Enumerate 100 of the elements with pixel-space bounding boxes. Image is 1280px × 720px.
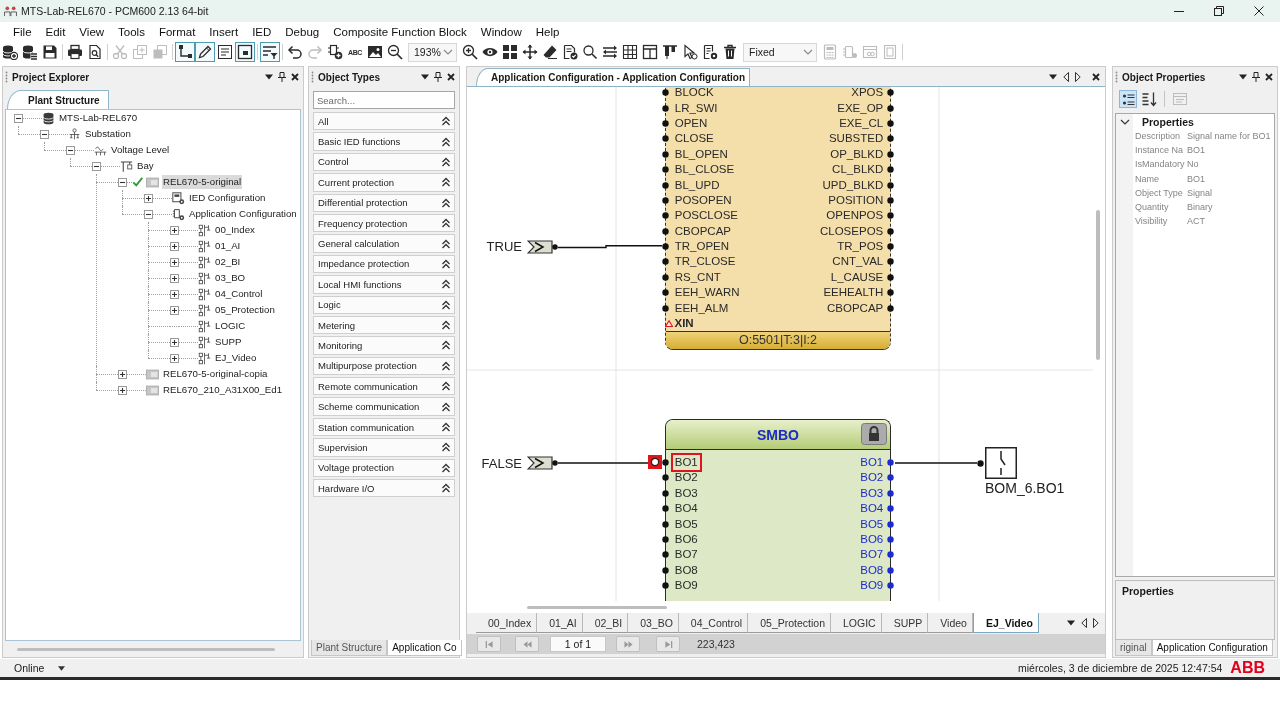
pin-dot-icon[interactable] bbox=[661, 520, 669, 528]
sheet-tab[interactable]: SUPP bbox=[881, 613, 929, 633]
category-header[interactable]: Control bbox=[313, 152, 455, 172]
triangle-right-icon[interactable] bbox=[1075, 71, 1081, 82]
minus-box-icon[interactable] bbox=[144, 209, 153, 219]
pointer-icon[interactable] bbox=[682, 44, 698, 60]
tree-item[interactable]: EJ_Video bbox=[214, 351, 258, 365]
pin-dot-icon[interactable] bbox=[887, 459, 895, 466]
pin-dot-icon[interactable] bbox=[887, 150, 895, 158]
property-value[interactable]: BO1 bbox=[1187, 145, 1205, 156]
triangle-down-icon[interactable] bbox=[1049, 72, 1057, 81]
minus-box-icon[interactable] bbox=[66, 145, 75, 155]
pin-dot-icon[interactable] bbox=[661, 505, 669, 513]
pin-dot-icon[interactable] bbox=[661, 227, 669, 235]
pin-dot-icon[interactable] bbox=[661, 582, 669, 590]
pin-label[interactable]: BO1 bbox=[670, 453, 702, 472]
pin-icon[interactable] bbox=[1252, 72, 1260, 82]
page-magnifier-icon[interactable] bbox=[87, 44, 103, 60]
pin-label[interactable]: BO3 bbox=[674, 486, 698, 500]
menu-item[interactable]: Tools bbox=[111, 25, 152, 38]
pin-dot-icon[interactable] bbox=[887, 535, 895, 543]
eraser-icon[interactable] bbox=[542, 44, 558, 60]
triangle-down-icon[interactable] bbox=[1239, 73, 1247, 81]
panel-tab[interactable]: Plant Structure bbox=[311, 640, 388, 656]
printer-icon[interactable] bbox=[67, 44, 83, 60]
align-bars-icon[interactable] bbox=[662, 44, 678, 60]
pin-label[interactable]: BO4 bbox=[674, 502, 698, 516]
category-header[interactable]: Current protection bbox=[313, 173, 455, 192]
menu-item[interactable]: Edit bbox=[38, 25, 73, 38]
selection-handle-icon[interactable] bbox=[648, 455, 662, 470]
tree-item[interactable]: 01_AI bbox=[214, 239, 242, 253]
search-field[interactable]: Search... bbox=[313, 91, 455, 109]
pin-dot-icon[interactable] bbox=[661, 119, 669, 127]
plus-box-icon[interactable] bbox=[144, 193, 153, 203]
pin-dot-icon[interactable] bbox=[661, 489, 669, 497]
tree-item[interactable]: REL670_210_A31X00_Ed1 bbox=[162, 383, 284, 397]
undo-icon[interactable] bbox=[287, 44, 303, 60]
menu-item[interactable]: Format bbox=[151, 25, 203, 38]
minus-box-icon[interactable] bbox=[118, 177, 127, 187]
pin-dot-icon[interactable] bbox=[661, 243, 669, 251]
pin-label[interactable]: BO7 bbox=[674, 548, 698, 562]
property-value[interactable]: BO1 bbox=[1187, 173, 1205, 184]
tree-item[interactable]: 04_Control bbox=[214, 287, 264, 301]
sheet-tab[interactable]: 05_Protection bbox=[748, 613, 831, 633]
category-header[interactable]: Local HMI functions bbox=[313, 275, 455, 294]
dropdown-field[interactable]: 193% bbox=[408, 42, 457, 62]
minus-box-icon[interactable] bbox=[40, 129, 49, 139]
category-header[interactable]: Differential protection bbox=[313, 193, 455, 212]
sort-icon[interactable] bbox=[1140, 90, 1158, 108]
close-icon[interactable] bbox=[1254, 6, 1264, 16]
panel-tab[interactable]: Plant Structure bbox=[7, 90, 109, 109]
pin-dot-icon[interactable] bbox=[887, 489, 895, 497]
table-icon[interactable] bbox=[642, 44, 658, 60]
restore-icon[interactable] bbox=[1214, 6, 1224, 16]
menu-item[interactable]: Composite Function Block bbox=[326, 25, 474, 38]
menu-item[interactable]: File bbox=[6, 25, 39, 38]
category-header[interactable]: All bbox=[313, 112, 455, 131]
padlock-icon[interactable] bbox=[861, 423, 887, 445]
plus-box-icon[interactable] bbox=[118, 369, 127, 379]
plus-box-icon[interactable] bbox=[170, 305, 179, 315]
minus-box-icon[interactable] bbox=[92, 161, 101, 171]
tree-item[interactable]: 03_BO bbox=[214, 271, 247, 285]
pin-dot-icon[interactable] bbox=[887, 289, 895, 297]
filter-list-icon[interactable] bbox=[260, 42, 280, 62]
dropdown-field[interactable]: Fixed bbox=[743, 42, 817, 62]
pin-dot-icon[interactable] bbox=[661, 166, 669, 174]
zoom-in-icon[interactable] bbox=[462, 44, 478, 60]
scrollbar-thumb[interactable] bbox=[1096, 210, 1100, 360]
plus-box-icon[interactable] bbox=[170, 337, 179, 347]
menu-item[interactable]: Insert bbox=[202, 25, 246, 38]
triangle-right-icon[interactable] bbox=[1093, 618, 1099, 628]
category-header[interactable]: Basic IED functions bbox=[313, 132, 455, 151]
pencil-icon[interactable] bbox=[195, 42, 215, 62]
property-value[interactable]: Signal name for BO1 bbox=[1187, 131, 1271, 142]
category-header[interactable]: Impedance protection bbox=[313, 254, 455, 274]
pin-dot-icon[interactable] bbox=[887, 304, 895, 312]
pin-dot-icon[interactable] bbox=[887, 104, 895, 112]
category-header[interactable]: Multipurpose protection bbox=[313, 356, 455, 376]
menu-item[interactable]: Window bbox=[473, 25, 529, 38]
picture-frame-icon[interactable] bbox=[235, 42, 255, 62]
menu-item[interactable]: Debug bbox=[278, 25, 327, 38]
pin-dot-icon[interactable] bbox=[887, 89, 895, 97]
pin-dot-icon[interactable] bbox=[887, 520, 895, 528]
pin-dot-icon[interactable] bbox=[887, 258, 895, 266]
block-plus-icon[interactable] bbox=[327, 44, 343, 60]
connector-icon[interactable] bbox=[175, 42, 195, 62]
categorized-list-icon[interactable] bbox=[1119, 90, 1137, 108]
four-squares-icon[interactable] bbox=[502, 44, 518, 60]
pin-dot-icon[interactable] bbox=[661, 474, 669, 482]
pin-dot-icon[interactable] bbox=[887, 135, 895, 143]
page-field[interactable]: 1 of 1 bbox=[550, 636, 606, 652]
category-header[interactable]: Metering bbox=[313, 315, 455, 335]
close-icon[interactable] bbox=[1265, 73, 1273, 81]
grip-icon[interactable] bbox=[1115, 71, 1118, 83]
pin-dot-icon[interactable] bbox=[661, 459, 669, 466]
triangle-left-icon[interactable] bbox=[1081, 618, 1087, 628]
pin-dot-icon[interactable] bbox=[661, 535, 669, 543]
picture-icon[interactable] bbox=[367, 44, 383, 60]
plus-box-icon[interactable] bbox=[170, 257, 179, 267]
triangle-down-icon[interactable] bbox=[421, 73, 429, 81]
